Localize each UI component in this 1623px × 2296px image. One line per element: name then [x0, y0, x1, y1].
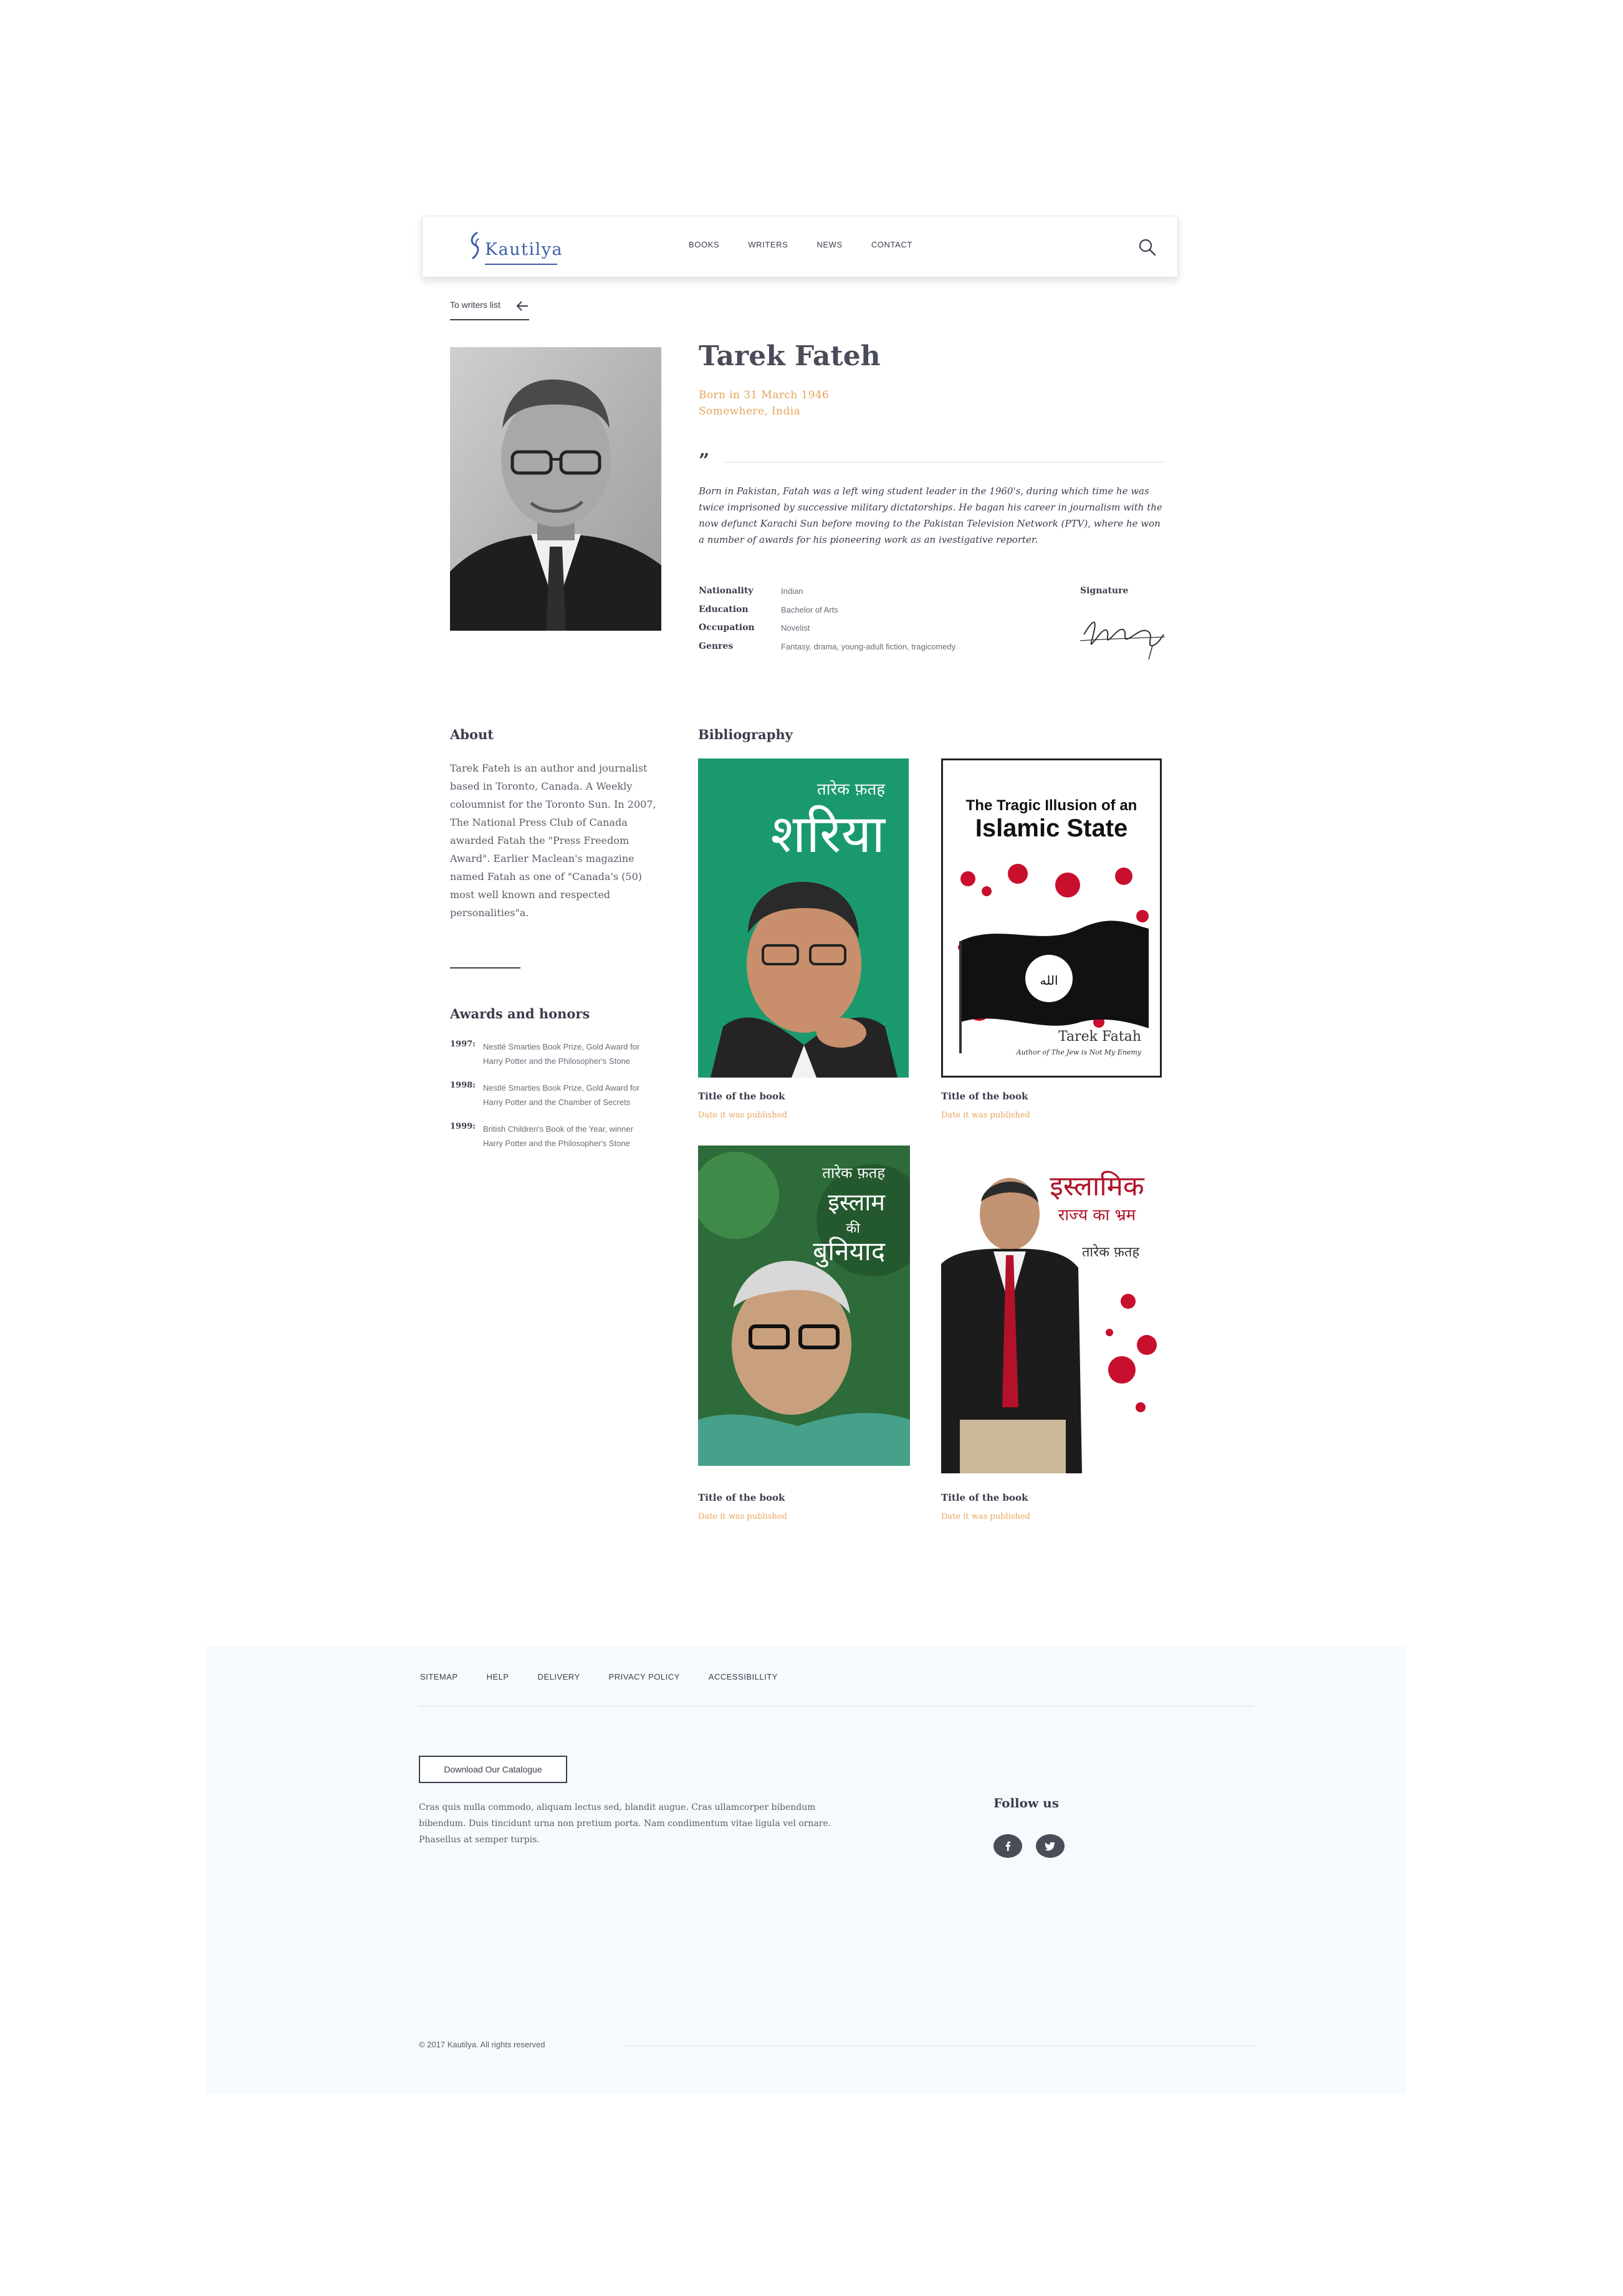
footer-link-privacy[interactable]: PRIVACY POLICY [609, 1672, 680, 1681]
cover-title-line2: Islamic State [975, 815, 1128, 842]
book-cover-art: इस्लामिक राज्य का भ्रम तारेक फ़तह [941, 1146, 1163, 1473]
fact-value: Novelist [781, 623, 810, 633]
logo-mark-icon [471, 231, 479, 260]
footer-nav: SITEMAP HELP DELIVERY PRIVACY POLICY ACC… [420, 1672, 807, 1681]
copyright-text: © 2017 Kautilya. All rights reserved [419, 2040, 545, 2049]
book-cover-art: तारेक फ़तह शरिया [698, 758, 909, 1078]
fact-value: Indian [781, 586, 803, 596]
about-text: Tarek Fateh is an author and journalist … [450, 762, 656, 919]
twitter-button[interactable] [1036, 1834, 1065, 1858]
fact-label: Education [699, 604, 749, 615]
author-birthplace: Somewhere, India [699, 405, 801, 418]
fact-value: Fantasy, drama, young-adult fiction, tra… [781, 641, 956, 651]
facebook-button[interactable] [993, 1834, 1022, 1858]
author-photo [450, 347, 661, 631]
back-to-writers-link[interactable]: To writers list [450, 300, 530, 322]
cover-author-label: तारेक फ़तह [817, 780, 886, 799]
bibliography-heading: Bibliography [698, 727, 793, 742]
award-text: British Children's Book of the Year, win… [483, 1124, 633, 1148]
author-birthdate: Born in 31 March 1946 [699, 389, 830, 401]
award-item: 1997: Nestlé Smarties Book Prize, Gold A… [450, 1040, 662, 1068]
back-link-label: To writers list [450, 300, 500, 310]
logo-underline [485, 264, 557, 265]
fact-value: Bachelor of Arts [781, 605, 838, 615]
author-quote: Born in Pakistan, Fatah was a left wing … [699, 486, 1162, 545]
site-header: Kautilya BOOKS WRITERS NEWS CONTACT [422, 216, 1178, 277]
award-text: Nestlé Smarties Book Prize, Gold Award f… [483, 1042, 640, 1066]
main-nav: BOOKS WRITERS NEWS CONTACT [689, 240, 941, 249]
book-date: Date it was published [941, 1512, 1030, 1521]
award-text: Nestlé Smarties Book Prize, Gold Award f… [483, 1083, 640, 1107]
fact-label: Nationality [699, 586, 754, 596]
book-title[interactable]: Title of the book [698, 1492, 785, 1503]
cover-title-line2: राज्य का भ्रम [1058, 1206, 1136, 1225]
nav-news[interactable]: NEWS [816, 240, 842, 249]
footer-link-accessibility[interactable]: ACCESSIBILLITY [709, 1672, 778, 1681]
nav-books[interactable]: BOOKS [689, 240, 719, 249]
book-cover[interactable]: इस्लामिक राज्य का भ्रम तारेक फ़तह [941, 1146, 1163, 1473]
download-catalogue-button[interactable]: Download Our Catalogue [419, 1756, 567, 1783]
search-icon[interactable] [1137, 237, 1158, 258]
award-year: 1998: [450, 1081, 476, 1090]
about-divider [450, 967, 520, 969]
logo-text: Kautilya [485, 240, 563, 259]
book-cover[interactable]: तारेक फ़तह शरिया [698, 758, 909, 1078]
signature-image [1080, 621, 1166, 660]
cover-title-label: शरिया [770, 803, 886, 864]
award-item: 1998: Nestlé Smarties Book Prize, Gold A… [450, 1081, 662, 1109]
nav-contact[interactable]: CONTACT [871, 240, 912, 249]
twitter-icon [1045, 1842, 1055, 1851]
cover-title-line3: बुनियाद [813, 1236, 885, 1268]
cover-subtitle-label: Author of The Jew is Not My Enemy [1016, 1048, 1142, 1056]
awards-list: 1997: Nestlé Smarties Book Prize, Gold A… [450, 1040, 662, 1163]
cover-author-label: Tarek Fatah [1058, 1029, 1141, 1045]
footer-link-help[interactable]: HELP [487, 1672, 509, 1681]
cover-title-line1: The Tragic Illusion of an [966, 797, 1137, 814]
svg-text:الله: الله [1040, 973, 1058, 988]
cover-author-label: तारेक फ़तह [822, 1164, 886, 1182]
logo[interactable]: Kautilya [467, 227, 567, 267]
book-date: Date it was published [698, 1512, 787, 1521]
fact-label: Occupation [699, 623, 755, 633]
author-portrait-illustration [450, 347, 661, 631]
book-date: Date it was published [698, 1111, 787, 1120]
quote-icon: ” [699, 450, 710, 472]
fact-label: Genres [699, 641, 734, 651]
follow-us-heading: Follow us [993, 1796, 1059, 1810]
book-title[interactable]: Title of the book [698, 1091, 785, 1102]
awards-heading: Awards and honors [450, 1006, 590, 1021]
footer-text: Cras quis nulla commodo, aliquam lectus … [419, 1802, 831, 1845]
footer-link-sitemap[interactable]: SITEMAP [420, 1672, 458, 1681]
award-item: 1999: British Children's Book of the Yea… [450, 1122, 662, 1150]
footer-link-delivery[interactable]: DELIVERY [538, 1672, 580, 1681]
facebook-icon [1005, 1841, 1011, 1851]
award-year: 1999: [450, 1122, 476, 1131]
book-title[interactable]: Title of the book [941, 1091, 1028, 1102]
signature-title: Signature [1080, 586, 1129, 596]
book-date: Date it was published [941, 1111, 1030, 1120]
site-footer: SITEMAP HELP DELIVERY PRIVACY POLICY ACC… [206, 1646, 1405, 2093]
back-link-underline [450, 319, 529, 320]
cover-title-line2: की [846, 1220, 860, 1236]
author-name: Tarek Fateh [699, 340, 881, 372]
cover-author-label: तारेक फ़तह [1082, 1244, 1140, 1260]
book-cover[interactable]: तारेक फ़तह इस्लाम की बुनियाद [698, 1146, 910, 1466]
book-cover-art: The Tragic Illusion of an Islamic State … [943, 760, 1160, 1076]
cover-title-line1: इस्लामिक [1050, 1170, 1145, 1202]
book-title[interactable]: Title of the book [941, 1492, 1028, 1503]
arrow-left-icon [516, 301, 528, 311]
book-cover-art: तारेक फ़तह इस्लाम की बुनियाद [698, 1146, 910, 1466]
book-cover[interactable]: The Tragic Illusion of an Islamic State … [941, 758, 1162, 1078]
about-heading: About [450, 727, 494, 742]
cover-title-line1: इस्लाम [828, 1189, 886, 1216]
award-year: 1997: [450, 1040, 476, 1049]
nav-writers[interactable]: WRITERS [748, 240, 788, 249]
copyright-divider [623, 2045, 1255, 2046]
